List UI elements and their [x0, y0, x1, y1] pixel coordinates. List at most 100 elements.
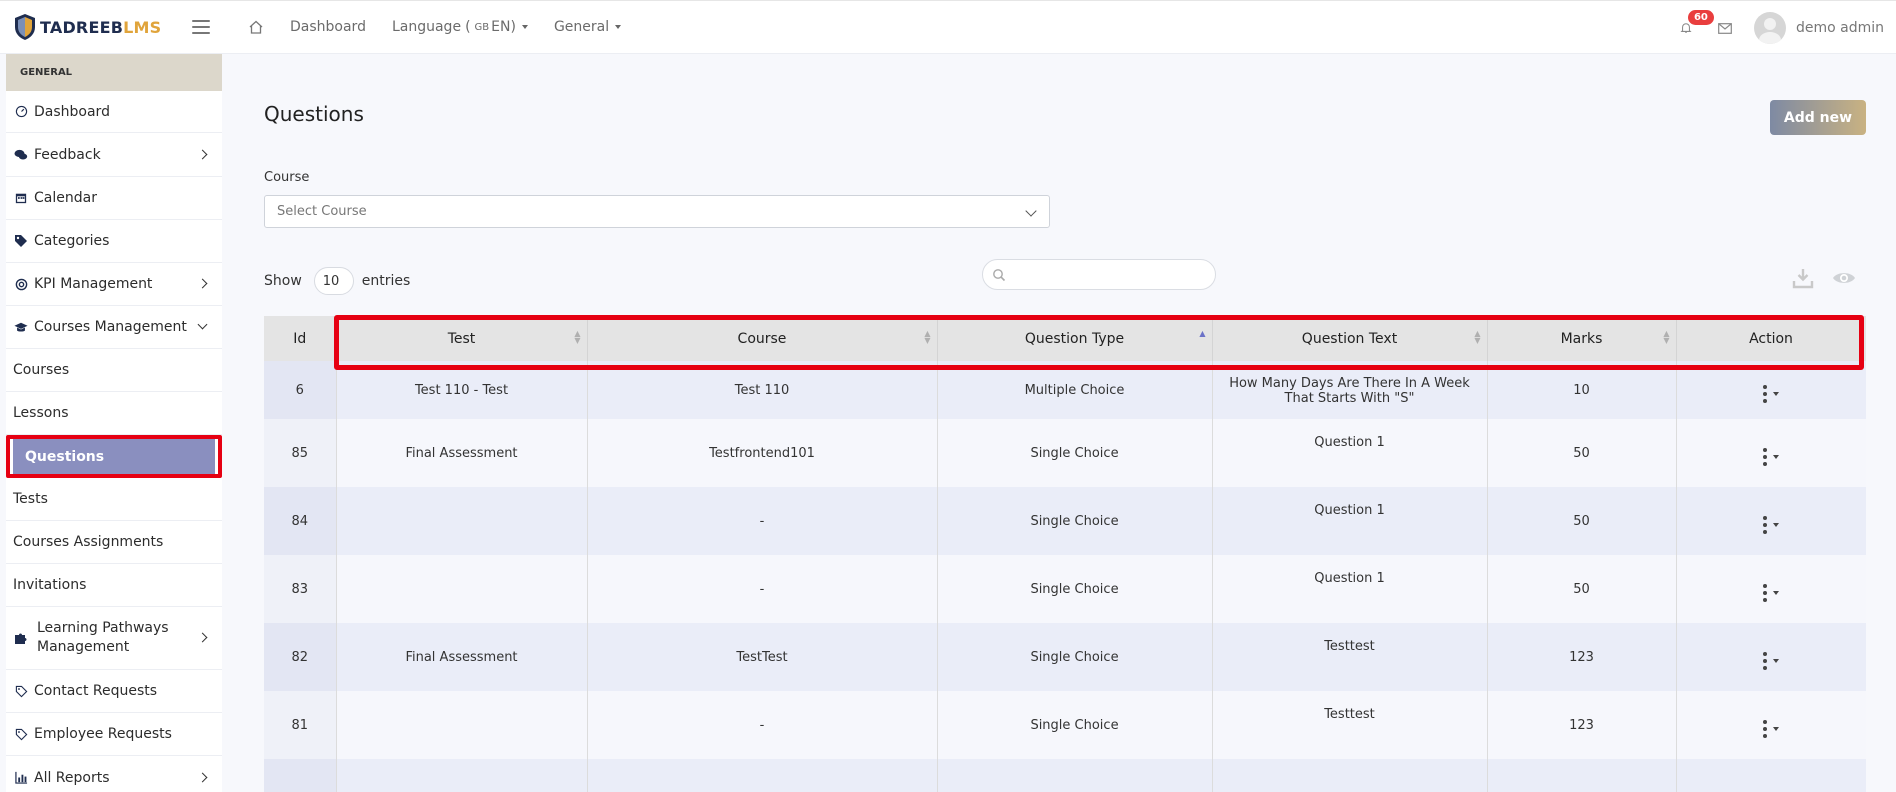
row-actions-menu[interactable]: [1763, 447, 1779, 466]
table-row: 85 Final Assessment Testfrontend101 Sing…: [264, 419, 1866, 487]
home-icon[interactable]: [248, 19, 264, 35]
sidebar-item-courses-assignments[interactable]: Courses Assignments: [6, 521, 222, 564]
sidebar-item-kpi-management[interactable]: KPI Management: [6, 263, 222, 306]
kebab-icon: [1763, 719, 1767, 738]
brand-logo[interactable]: TADREEBLMS: [14, 13, 174, 41]
sidebar-item-employee-requests[interactable]: Employee Requests: [6, 713, 222, 756]
notifications-button[interactable]: 60: [1680, 10, 1714, 38]
bar-chart-icon: [14, 771, 28, 785]
menu-toggle-icon[interactable]: [192, 20, 210, 34]
table-row: 84 - Single Choice Question 1 50: [264, 487, 1866, 555]
top-navbar: TADREEBLMS Dashboard Language (GB EN) Gen…: [0, 0, 1896, 54]
questions-table: Id Test ▲ ▼ Course ▲ ▼ Question Type ▲ Questi…: [264, 316, 1866, 792]
sidebar-item-feedback[interactable]: Feedback: [6, 133, 222, 177]
kebab-icon: [1763, 515, 1767, 534]
column-header-question-type[interactable]: Question Type ▲: [937, 316, 1213, 361]
sidebar-item-calendar[interactable]: Calendar: [6, 177, 222, 220]
sort-arrows-icon: ▲ ▼: [574, 329, 581, 345]
course-filter-label: Course: [264, 170, 310, 185]
chevron-right-icon: [197, 772, 208, 782]
column-header-action: Action: [1676, 316, 1866, 361]
table-row: 6 Test 110 - Test Test 110 Multiple Choi…: [264, 361, 1866, 419]
add-new-button[interactable]: Add new: [1770, 100, 1866, 135]
comments-icon: [14, 148, 28, 162]
sidebar-item-courses-management[interactable]: Courses Management: [6, 306, 222, 349]
tag-icon: [14, 727, 28, 741]
table-row: 82 Final Assessment TestTest Single Choi…: [264, 623, 1866, 691]
entries-length-control: Show 10 entries: [264, 267, 410, 295]
sidebar: GENERAL Dashboard Feedback Calendar Cate…: [6, 54, 222, 792]
questions-table-wrapper: Id Test ▲ ▼ Course ▲ ▼ Question Type ▲ Questi…: [264, 316, 1866, 792]
sort-arrows-icon: ▲ ▼: [1474, 329, 1481, 345]
kebab-icon: [1763, 447, 1767, 466]
notification-badge: 60: [1687, 10, 1714, 25]
sidebar-item-invitations[interactable]: Invitations: [6, 564, 222, 607]
page-title: Questions: [264, 102, 364, 126]
sidebar-item-all-reports[interactable]: All Reports: [6, 756, 222, 792]
chevron-down-icon: [1025, 205, 1037, 217]
kebab-icon: [1763, 651, 1767, 670]
column-header-marks[interactable]: Marks ▲ ▼: [1487, 316, 1677, 361]
chevron-down-icon: [197, 319, 208, 330]
language-flag: GB: [474, 21, 490, 33]
chevron-right-icon: [197, 632, 208, 643]
nav-dashboard-link[interactable]: Dashboard: [290, 19, 366, 35]
chevron-right-icon: [197, 278, 208, 289]
sidebar-item-learning-pathways-management[interactable]: Learning Pathways Management: [6, 607, 222, 670]
chevron-down-icon: [615, 25, 622, 29]
course-select[interactable]: Select Course: [264, 195, 1050, 228]
search-icon: [993, 269, 1006, 282]
entries-select[interactable]: 10: [313, 267, 354, 295]
kebab-icon: [1763, 384, 1767, 403]
mail-icon[interactable]: [1718, 22, 1732, 34]
sort-arrows-icon: ▲ ▼: [924, 329, 931, 345]
sidebar-item-contact-requests[interactable]: Contact Requests: [6, 670, 222, 713]
table-row: 81 - Single Choice Testtest 123: [264, 691, 1866, 759]
table-search-input[interactable]: [982, 259, 1216, 290]
calendar-icon: [14, 191, 28, 205]
row-actions-menu[interactable]: [1763, 384, 1779, 403]
sidebar-item-courses[interactable]: Courses: [6, 349, 222, 392]
puzzle-icon: [14, 631, 28, 645]
sidebar-section-header: GENERAL: [6, 54, 222, 91]
sidebar-item-lessons[interactable]: Lessons: [6, 392, 222, 435]
eye-icon[interactable]: [1832, 270, 1856, 286]
target-icon: [14, 277, 28, 291]
row-actions-menu[interactable]: [1763, 515, 1779, 534]
user-avatar[interactable]: [1753, 12, 1786, 44]
table-row: [264, 759, 1866, 792]
chevron-down-icon: [1773, 726, 1779, 731]
sidebar-item-categories[interactable]: Categories: [6, 220, 222, 263]
sort-arrows-icon: ▲ ▼: [1663, 329, 1670, 345]
column-header-id[interactable]: Id: [264, 316, 337, 361]
download-icon[interactable]: [1792, 267, 1814, 289]
row-actions-menu[interactable]: [1763, 583, 1779, 602]
chevron-down-icon: [1773, 454, 1779, 459]
tag-icon: [14, 684, 28, 698]
table-row: 83 - Single Choice Question 1 50: [264, 555, 1866, 623]
sidebar-item-dashboard[interactable]: Dashboard: [6, 91, 222, 133]
chevron-down-icon: [521, 25, 528, 29]
sidebar-item-questions[interactable]: Questions: [6, 435, 222, 478]
sort-ascending-icon: ▲: [1199, 329, 1206, 338]
kebab-icon: [1763, 583, 1767, 602]
sidebar-item-tests[interactable]: Tests: [6, 478, 222, 521]
row-actions-menu[interactable]: [1763, 719, 1779, 738]
brand-name-part2: LMS: [123, 17, 162, 37]
graduation-cap-icon: [14, 320, 28, 334]
column-header-course[interactable]: Course ▲ ▼: [587, 316, 938, 361]
gauge-icon: [14, 105, 28, 119]
general-dropdown[interactable]: General: [554, 19, 622, 35]
column-header-test[interactable]: Test ▲ ▼: [336, 316, 588, 361]
column-header-question-text[interactable]: Question Text ▲ ▼: [1212, 316, 1488, 361]
main-content: Questions Add new Course Select Course S…: [222, 54, 1896, 792]
user-name[interactable]: demo admin: [1796, 20, 1884, 36]
chevron-down-icon: [1773, 391, 1779, 396]
chevron-right-icon: [197, 149, 208, 159]
bell-icon: [1680, 23, 1692, 33]
chevron-down-icon: [1773, 658, 1779, 663]
row-actions-menu[interactable]: [1763, 651, 1779, 670]
chevron-down-icon: [1773, 522, 1779, 527]
tags-icon: [14, 234, 28, 248]
language-dropdown[interactable]: Language (GB EN): [392, 19, 528, 35]
